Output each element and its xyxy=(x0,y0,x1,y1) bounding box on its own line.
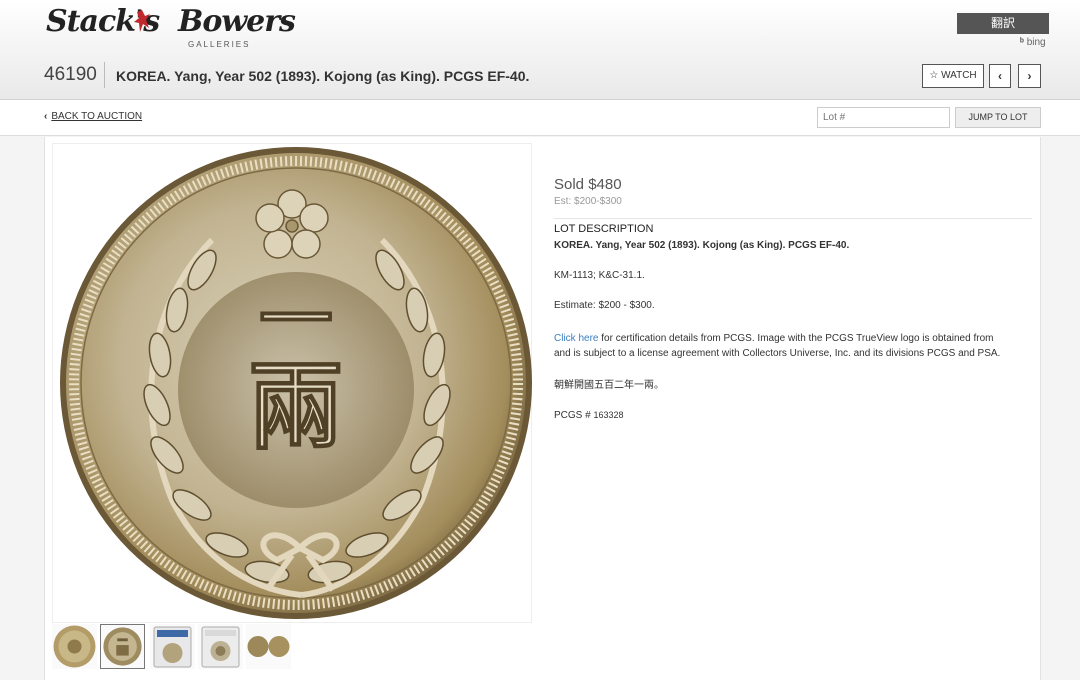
coin-obverse-thumb-image xyxy=(53,625,96,668)
coin-reverse-thumb[interactable] xyxy=(100,624,145,669)
back-to-auction-link[interactable]: ‹ BACK TO AUCTION xyxy=(44,111,142,122)
chevron-left-icon: ‹ xyxy=(998,69,1002,83)
back-label: BACK TO AUCTION xyxy=(51,111,143,122)
slab-front-thumb[interactable] xyxy=(150,624,195,669)
certification-link[interactable]: Click here xyxy=(554,333,598,344)
logo-subtitle: GALLERIES xyxy=(188,40,251,49)
sold-price: Sold $480 xyxy=(554,176,622,193)
description-title: KOREA. Yang, Year 502 (1893). Kojong (as… xyxy=(554,240,850,251)
catalog-reference: KM-1113; K&C-31.1. xyxy=(554,270,645,281)
lot-number: 46190 xyxy=(44,64,97,85)
chevron-right-icon: › xyxy=(1027,69,1032,83)
coin-obverse-thumb[interactable] xyxy=(52,624,97,669)
certification-text-1: for certification details from PCGS. Ima… xyxy=(598,333,994,344)
lot-title: KOREA. Yang, Year 502 (1893). Kojong (as… xyxy=(116,68,530,84)
watch-button[interactable]: ☆ WATCH xyxy=(922,64,984,88)
coin-pair-thumb[interactable] xyxy=(246,624,291,669)
previous-lot-button[interactable]: ‹ xyxy=(989,64,1011,88)
coin-reverse-image[interactable]: 一 兩 xyxy=(52,140,532,626)
site-header: Stack's Bowers GALLERIES 翻訳 ᵇ bing 46190… xyxy=(0,0,1080,100)
pcgs-label: PCGS # xyxy=(554,410,591,421)
lot-subnav: ‹BACK TO AUCTION JUMP TO LOT xyxy=(0,100,1080,136)
estimate-text: Estimate: $200 - $300. xyxy=(554,300,655,311)
certification-text: Click here for certification details fro… xyxy=(554,331,1032,361)
coin-pair-thumb-image xyxy=(247,636,290,657)
bing-attribution: ᵇ bing xyxy=(1020,37,1046,48)
logo-wordmark: Stack's Bowers xyxy=(46,4,296,39)
translate-button[interactable]: 翻訳 xyxy=(957,13,1049,34)
coin-character-bottom: 兩 xyxy=(248,350,344,463)
bing-label: bing xyxy=(1026,37,1046,48)
lot-number-input[interactable] xyxy=(817,107,950,128)
header-divider xyxy=(104,62,105,88)
next-lot-button[interactable]: › xyxy=(1018,64,1041,88)
watch-label: WATCH xyxy=(941,70,977,81)
stacks-bowers-logo[interactable]: Stack's Bowers GALLERIES xyxy=(46,4,296,50)
estimate-summary: Est: $200-$300 xyxy=(554,196,622,207)
slab-back-thumb-image xyxy=(201,626,240,668)
certification-text-2: and is subject to a license agreement wi… xyxy=(554,348,1001,359)
pcgs-value: 163328 xyxy=(593,410,624,420)
chinese-inscription: 朝鮮開國五百二年一兩。 xyxy=(554,380,664,391)
lot-description-label: LOT DESCRIPTION xyxy=(554,223,654,235)
slab-back-thumb[interactable] xyxy=(198,624,243,669)
logo-eagle-icon xyxy=(134,10,150,32)
jump-to-lot-button[interactable]: JUMP TO LOT xyxy=(955,107,1041,128)
star-icon: ☆ xyxy=(929,70,939,81)
slab-front-thumb-image xyxy=(153,626,192,668)
pcgs-number: PCGS # 163328 xyxy=(554,410,624,421)
chevron-left-icon: ‹ xyxy=(44,111,48,122)
details-divider xyxy=(554,218,1032,219)
coin-reverse-thumb-image xyxy=(103,627,142,666)
